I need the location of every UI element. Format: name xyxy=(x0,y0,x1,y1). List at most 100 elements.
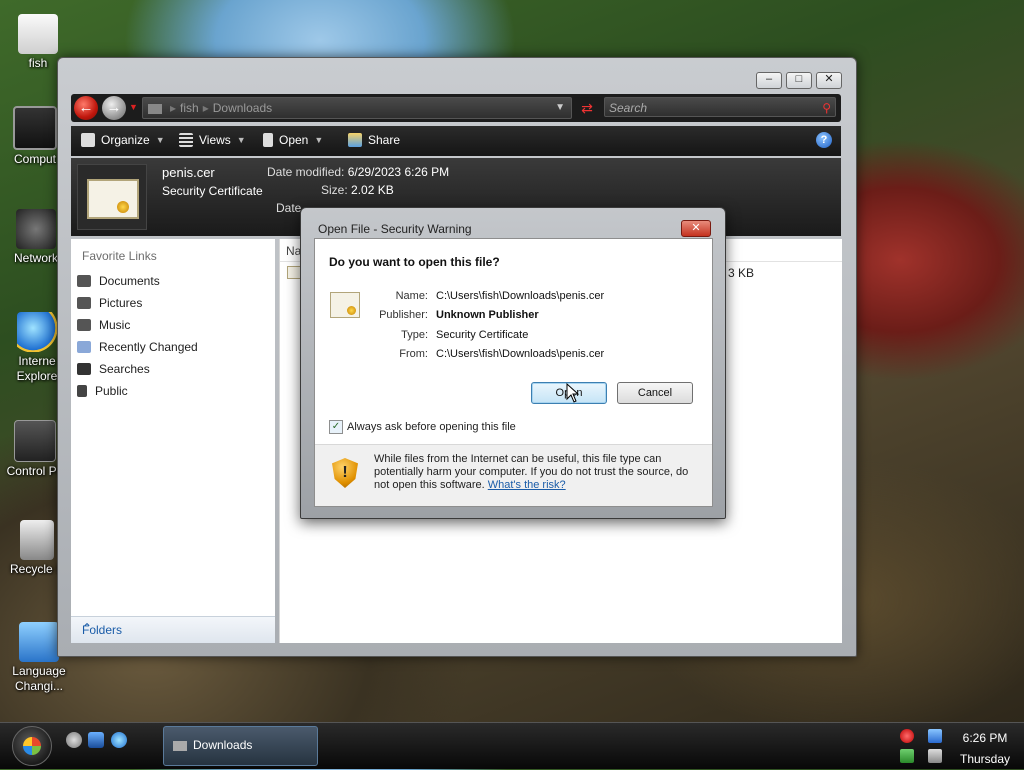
breadcrumb-fish[interactable]: fish xyxy=(180,101,199,115)
share-icon xyxy=(348,133,362,147)
internet-explorer-icon xyxy=(17,312,57,352)
cancel-button[interactable]: Cancel xyxy=(617,382,693,404)
publisher-value: Unknown Publisher xyxy=(436,309,539,321)
favorite-link-label: Searches xyxy=(99,362,150,376)
file-size: Size: 2.02 KB xyxy=(321,183,394,197)
chevron-down-icon: ▼ xyxy=(155,135,165,145)
certificate-icon xyxy=(87,179,139,219)
network-icon xyxy=(16,209,56,249)
warning-zone: ! While files from the Internet can be u… xyxy=(315,445,712,506)
help-icon[interactable]: ? xyxy=(816,132,832,148)
dialog-body: Do you want to open this file? Name: C:\… xyxy=(314,238,713,507)
taskbar-downloads-label: Downloads xyxy=(193,738,253,752)
warning-shield-icon: ! xyxy=(332,458,358,488)
address-dropdown-icon[interactable]: ▼ xyxy=(555,98,565,118)
date-modified-value: 6/29/2023 6:26 PM xyxy=(347,165,450,179)
refresh-icon[interactable]: ⇄ xyxy=(577,98,597,118)
always-ask-checkbox-row[interactable]: ✓ Always ask before opening this file xyxy=(329,420,516,434)
open-toolbar-button[interactable]: Open ▼ xyxy=(263,133,323,147)
from-value: C:\Users\fish\Downloads\penis.cer xyxy=(436,348,605,360)
clock-time: 6:26 PM xyxy=(962,731,1008,745)
desktop-icon-label: Network xyxy=(13,251,58,265)
type-value: Security Certificate xyxy=(436,329,529,341)
favorite-link-music[interactable]: Music xyxy=(77,318,130,332)
recycle-bin-icon xyxy=(20,520,54,560)
shield-tray-icon[interactable] xyxy=(900,749,914,763)
size-value: 2.02 KB xyxy=(351,183,394,197)
desktop-icon-label-line2: Changi... xyxy=(14,679,64,693)
taskbar: Downloads 6:26 PM Thursday xyxy=(0,722,1024,769)
language-changer-icon xyxy=(19,622,59,662)
clock[interactable]: 6:26 PM Thursday xyxy=(952,728,1018,770)
documents-icon xyxy=(77,275,91,287)
views-label: Views xyxy=(199,133,231,147)
favorite-link-searches[interactable]: Searches xyxy=(77,362,150,376)
network-tray-icon[interactable] xyxy=(928,729,942,743)
search-icon[interactable]: ⚲ xyxy=(822,98,831,118)
navigation-pane: Favorite Links Documents Pictures Music … xyxy=(71,239,275,643)
back-button[interactable]: ← xyxy=(74,96,98,120)
desktop-icon-label: Comput xyxy=(13,152,57,166)
desktop-icon-label: fish xyxy=(28,56,48,70)
minimize-button[interactable]: – xyxy=(756,72,782,89)
recent-pages-dropdown[interactable]: ▼ xyxy=(129,102,138,112)
favorite-link-label: Pictures xyxy=(99,296,143,310)
organize-icon xyxy=(81,133,95,147)
switch-windows-icon[interactable] xyxy=(88,732,104,748)
date-modified-label: Date modified: xyxy=(267,165,345,179)
desktop-icon-label-line1: Language xyxy=(12,664,66,678)
security-alert-icon[interactable] xyxy=(900,729,914,743)
address-bar[interactable]: ▸ fish ▸ Downloads ▼ xyxy=(142,97,572,119)
mouse-cursor-icon xyxy=(566,383,580,403)
public-folder-icon xyxy=(77,385,87,397)
name-label: Name: xyxy=(395,290,428,302)
search-input[interactable]: Search ⚲ xyxy=(604,97,836,117)
navigation-bar: ← → ▼ ▸ fish ▸ Downloads ▼ ⇄ Search ⚲ xyxy=(71,94,841,122)
internet-explorer-quicklaunch-icon[interactable] xyxy=(111,732,127,748)
searches-icon xyxy=(77,363,91,375)
volume-muted-icon[interactable] xyxy=(928,749,942,763)
show-desktop-icon[interactable] xyxy=(66,732,82,748)
open-label: Open xyxy=(279,133,309,147)
folder-icon xyxy=(173,741,187,751)
favorite-link-pictures[interactable]: Pictures xyxy=(77,296,142,310)
recently-changed-icon xyxy=(77,341,91,353)
maximize-button[interactable]: □ xyxy=(786,72,812,89)
favorite-link-label: Music xyxy=(99,318,131,332)
open-icon xyxy=(263,133,273,147)
close-button[interactable]: ✕ xyxy=(816,72,842,89)
organize-button[interactable]: Organize ▼ xyxy=(81,133,165,147)
date-created-label: Date xyxy=(276,201,302,215)
file-row-size: 3 KB xyxy=(728,266,755,280)
chevron-down-icon: ▼ xyxy=(236,135,246,145)
taskbar-downloads-button[interactable]: Downloads xyxy=(163,726,318,766)
folders-toggle[interactable]: Folders ⌃ xyxy=(71,616,275,643)
user-folder-icon xyxy=(18,14,58,54)
forward-button[interactable]: → xyxy=(102,96,126,120)
start-button[interactable] xyxy=(12,726,52,766)
date-created: Date xyxy=(276,201,301,215)
breadcrumb-downloads[interactable]: Downloads xyxy=(213,101,272,115)
favorite-link-label: Documents xyxy=(99,274,160,288)
desktop-icon-label: Recycle B xyxy=(9,562,65,576)
clock-day: Thursday xyxy=(959,752,1011,766)
chevron-up-icon: ⌃ xyxy=(82,621,93,635)
window-controls: – □ ✕ xyxy=(756,72,842,89)
favorite-link-recently-changed[interactable]: Recently Changed xyxy=(77,340,198,354)
date-modified: Date modified: 6/29/2023 6:26 PM xyxy=(267,165,449,179)
pictures-icon xyxy=(77,297,91,309)
whats-the-risk-link[interactable]: What's the risk? xyxy=(488,479,566,491)
favorite-link-documents[interactable]: Documents xyxy=(77,274,160,288)
share-label: Share xyxy=(368,133,401,147)
search-placeholder: Search xyxy=(609,101,648,115)
favorite-link-public[interactable]: Public xyxy=(77,384,128,398)
views-button[interactable]: Views ▼ xyxy=(179,133,246,147)
share-button[interactable]: Share xyxy=(348,133,400,147)
details-filename: penis.cer xyxy=(162,165,215,180)
always-ask-checkbox[interactable]: ✓ xyxy=(329,420,343,434)
command-toolbar: Organize ▼ Views ▼ Open ▼ Share ? xyxy=(71,126,841,156)
name-value: C:\Users\fish\Downloads\penis.cer xyxy=(436,290,605,302)
dialog-close-button[interactable]: ✕ xyxy=(681,220,711,237)
computer-icon xyxy=(13,106,57,150)
security-warning-dialog: Open File - Security Warning ✕ Do you wa… xyxy=(300,207,726,519)
